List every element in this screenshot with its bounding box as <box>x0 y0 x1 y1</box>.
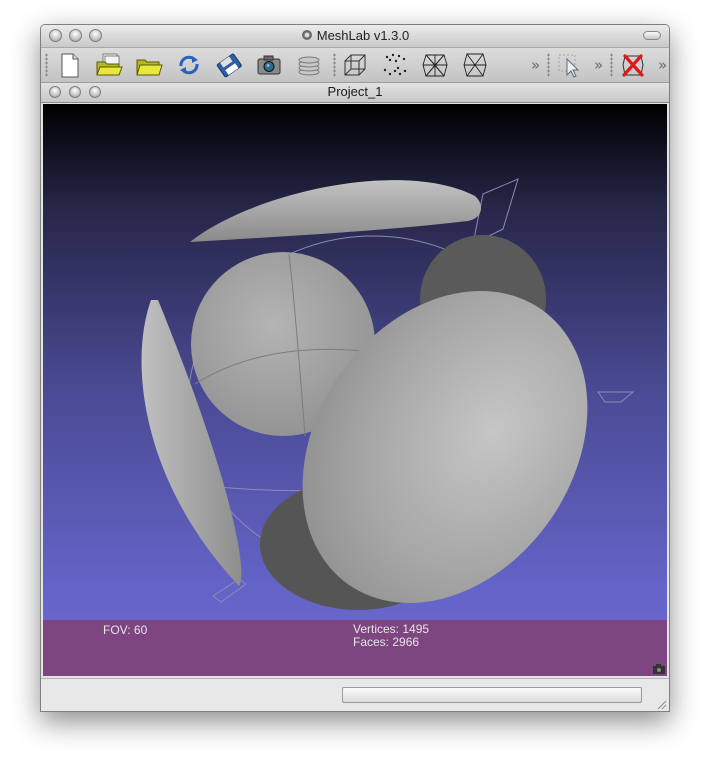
snapshot-camera-icon[interactable] <box>255 51 283 79</box>
document-title-bar: Project_1 <box>41 83 669 103</box>
toolbar-overflow-button[interactable]: » <box>594 56 603 74</box>
bounding-box-icon[interactable] <box>341 51 369 79</box>
3d-viewport[interactable]: FOV: 60 Vertices: 1495 Faces: 2966 <box>43 104 667 676</box>
mesh-render[interactable] <box>43 104 667 620</box>
save-icon[interactable] <box>215 51 243 79</box>
progress-bar <box>342 687 642 703</box>
faces-label: Faces: 2966 <box>353 635 420 649</box>
delete-icon[interactable] <box>619 51 647 79</box>
toolbar-grip[interactable] <box>547 53 550 77</box>
main-toolbar: » » » <box>41 48 669 83</box>
select-pointer-icon[interactable] <box>555 51 583 79</box>
window-title-text: MeshLab v1.3.0 <box>316 28 410 43</box>
reload-icon[interactable] <box>175 51 203 79</box>
top-cap-mesh <box>190 180 482 242</box>
points-render-icon[interactable] <box>381 51 409 79</box>
window-title: MeshLab v1.3.0 <box>41 28 669 43</box>
title-bar: MeshLab v1.3.0 <box>41 25 669 48</box>
toolbar-overflow-button[interactable]: » <box>531 56 540 74</box>
open-project-icon[interactable] <box>95 51 123 79</box>
open-mesh-icon[interactable] <box>135 51 163 79</box>
toolbar-grip[interactable] <box>333 53 336 77</box>
show-layers-icon[interactable] <box>295 51 323 79</box>
mesh-stats: Vertices: 1495 Faces: 2966 <box>353 623 429 649</box>
meshlab-window: MeshLab v1.3.0 » » » Project_1 FOV: 60 V… <box>40 24 670 712</box>
toolbar-grip[interactable] <box>610 53 613 77</box>
toolbar-grip[interactable] <box>45 53 48 77</box>
document-title: Project_1 <box>327 84 383 99</box>
hidden-lines-render-icon[interactable] <box>461 51 489 79</box>
new-document-icon[interactable] <box>55 51 83 79</box>
wireframe-render-icon[interactable] <box>421 51 449 79</box>
info-bar: FOV: 60 Vertices: 1495 Faces: 2966 <box>43 620 667 676</box>
meshlab-logo-icon <box>301 30 312 40</box>
resize-grip-icon[interactable] <box>655 698 667 710</box>
toolbar-toggle-button[interactable] <box>643 31 661 40</box>
status-bar <box>41 678 669 711</box>
view-camera-icon[interactable] <box>653 664 665 674</box>
fov-label: FOV: 60 <box>103 623 148 637</box>
toolbar-overflow-button[interactable]: » <box>658 56 667 74</box>
